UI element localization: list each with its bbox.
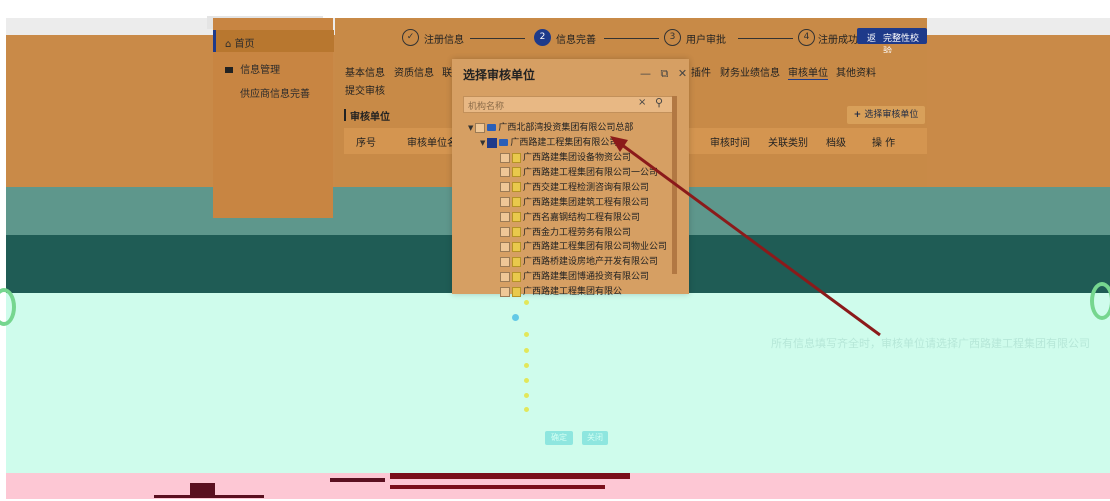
bullet-dot (524, 407, 529, 412)
confirm-button[interactable]: 确定 (545, 431, 573, 445)
close-button[interactable]: 关闭 (582, 431, 608, 445)
bullet-dot (524, 393, 529, 398)
file-icon (512, 286, 521, 297)
sidebar-item-info-management[interactable]: 信息管理 (225, 61, 280, 76)
section-marker (344, 109, 346, 121)
step-1-check-icon: ✓ (402, 29, 419, 46)
tree-checkbox[interactable] (500, 167, 510, 178)
tree-checkbox[interactable] (500, 271, 510, 282)
tree-checkbox[interactable] (500, 212, 510, 223)
section-title: 审核单位 (350, 112, 390, 123)
step-2-label: 信息完善 (556, 35, 596, 46)
sidebar-item-label: 首页 (234, 39, 255, 50)
sidebar-item-label: 信息管理 (240, 65, 281, 76)
tree-checkbox[interactable] (500, 182, 510, 193)
tab-contact[interactable]: 联 (442, 64, 452, 79)
footer-bar (390, 485, 605, 489)
tab-qualification[interactable]: 资质信息 (394, 64, 434, 79)
file-icon (512, 167, 521, 178)
modal-title: 选择审核单位 (463, 68, 536, 82)
step-1-label: 注册信息 (424, 35, 464, 46)
modal-window-controls[interactable]: — ⧉ ✕ (640, 67, 690, 81)
tree-checkbox[interactable] (500, 197, 510, 208)
annotation-arrow (610, 136, 881, 337)
plus-icon: + (853, 110, 865, 120)
bullet-dot (524, 378, 529, 383)
submit-audit-link[interactable]: 提交审核 (345, 82, 385, 97)
select-audit-unit-button[interactable]: + 选择审核单位 (847, 106, 925, 124)
folder-icon (487, 124, 497, 131)
step-connector (470, 38, 525, 39)
file-icon (512, 271, 521, 282)
caret-down-icon[interactable]: ▼ (480, 139, 485, 147)
step-3-label: 用户审批 (686, 35, 726, 46)
sidebar-item-label: 供应商信息完善 (240, 89, 310, 100)
step-3-number: 3 (664, 29, 681, 46)
tree-checkbox[interactable] (500, 227, 510, 237)
footer-bar (154, 495, 264, 498)
step-4-label: 注册成功 (818, 35, 858, 46)
list-icon (225, 67, 233, 73)
tree-checkbox[interactable] (475, 122, 486, 133)
file-icon (512, 197, 521, 208)
select-audit-unit-label: 选择审核单位 (864, 110, 919, 120)
file-icon (512, 152, 521, 163)
search-icon[interactable]: ⚲ (655, 96, 663, 109)
org-search-placeholder: 机构名称 (468, 102, 505, 112)
th-unit-name: 审核单位名 (407, 138, 457, 149)
file-icon (512, 182, 521, 193)
file-icon (512, 256, 521, 267)
tree-checkbox[interactable] (500, 241, 510, 252)
footer-dots (330, 478, 385, 482)
bullet-dot (512, 314, 519, 321)
tree-checkbox[interactable] (500, 152, 510, 163)
bullet-dot (524, 300, 529, 305)
tree-node-checked[interactable]: ▼ 广西路建工程集团有限公司 (480, 135, 618, 148)
step-connector (604, 38, 659, 39)
th-index: 序号 (356, 138, 376, 149)
tab-audit-unit[interactable]: 审核单位 (788, 64, 828, 80)
tree-checkbox[interactable] (500, 256, 510, 267)
step-connector (738, 38, 793, 39)
sidebar-item-home-row[interactable]: ⌂ 首页 (225, 35, 255, 50)
file-icon (512, 227, 521, 237)
tree-checkbox[interactable] (500, 286, 510, 297)
sidebar-item-supplier-info[interactable]: 供应商信息完善 (240, 85, 310, 100)
tree-checkbox-checked[interactable] (487, 137, 498, 148)
bullet-dot (524, 332, 529, 337)
caret-down-icon[interactable]: ▼ (468, 124, 473, 132)
tab-other[interactable]: 其他资料 (836, 64, 876, 79)
tab-financial[interactable]: 财务业绩信息 (720, 64, 780, 79)
tab-plugin[interactable]: 插件 (691, 64, 711, 79)
overlay-band-mint (6, 293, 1110, 473)
annotation-text: 所有信息填写齐全时，审核单位请选择广西路建工程集团有限公司 (771, 337, 1090, 350)
bullet-dot (524, 348, 529, 353)
completeness-check-button[interactable]: 返 完整性校验 (857, 28, 927, 57)
step-4-number: 4 (798, 29, 815, 46)
file-icon (512, 212, 521, 223)
step-2-number: 2 (534, 29, 551, 46)
clear-icon[interactable]: × (638, 97, 646, 108)
tab-basic-info[interactable]: 基本信息 (345, 64, 385, 79)
footer-bar (390, 473, 630, 479)
footer-block (190, 483, 215, 495)
back-label: 返 (867, 34, 877, 44)
home-icon: ⌂ (225, 39, 232, 50)
loading-ring-right (1090, 282, 1110, 320)
bullet-dot (524, 363, 529, 368)
folder-icon (499, 139, 509, 146)
file-icon (512, 241, 521, 252)
